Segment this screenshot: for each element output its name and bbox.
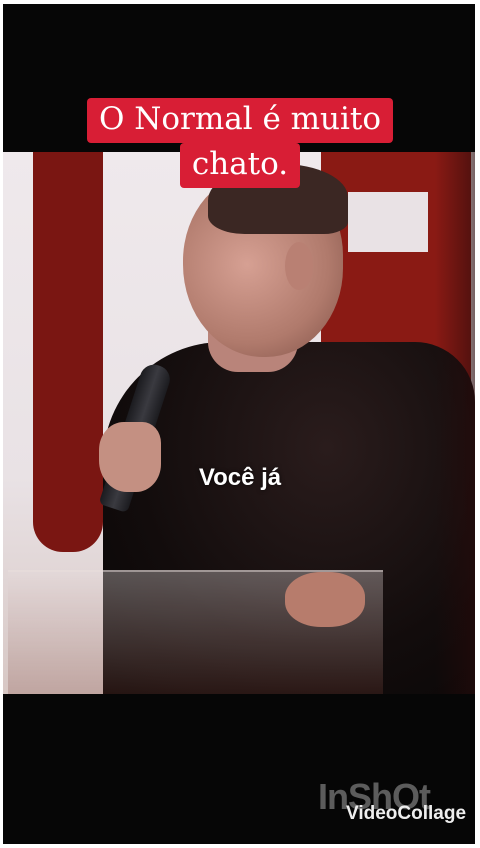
top-caption: O Normal é muito chato. bbox=[0, 98, 480, 188]
background-letter-left bbox=[33, 152, 103, 552]
video-subtitle: Você já bbox=[198, 464, 282, 491]
speaker-right-hand bbox=[285, 572, 365, 627]
background-letter-right-cutout bbox=[348, 192, 428, 252]
edge-shadow bbox=[435, 152, 475, 694]
speaker-ear bbox=[285, 242, 313, 290]
watermark-label: VideoCollage bbox=[346, 803, 467, 824]
speaker-photo bbox=[3, 152, 475, 694]
caption-line-1: O Normal é muito bbox=[86, 98, 394, 143]
caption-line-2: chato. bbox=[179, 143, 301, 188]
